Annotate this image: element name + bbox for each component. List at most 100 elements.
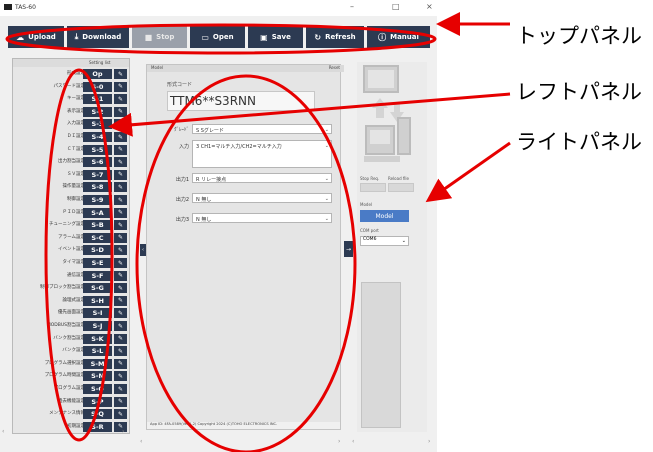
setting-code-button[interactable]: S-9: [83, 195, 112, 205]
manual-button[interactable]: ⓘ Manual: [367, 26, 430, 48]
maximize-button[interactable]: □: [392, 2, 400, 11]
setting-row[interactable]: 操作量設定 S-8 ✎: [13, 181, 129, 193]
output2-select[interactable]: N 無し ⌄: [192, 193, 332, 203]
setting-row[interactable]: パスワード設定 S-0 ✎: [13, 81, 129, 93]
edit-icon[interactable]: ✎: [114, 384, 127, 394]
com-port-select[interactable]: COM6 ⌄: [360, 236, 409, 246]
stop-req-button[interactable]: [360, 183, 386, 192]
setting-code-button[interactable]: S-3: [83, 119, 112, 130]
reload-file-button[interactable]: [388, 183, 414, 192]
refresh-button[interactable]: ↻ Refresh: [306, 26, 364, 48]
setting-code-button[interactable]: S-M: [83, 358, 112, 369]
setting-row[interactable]: 形式設定 Op ✎: [13, 68, 129, 80]
reset-link[interactable]: Reset: [329, 65, 340, 70]
setting-row[interactable]: 優先画面設定 S-I ✎: [13, 307, 129, 319]
setting-row[interactable]: プログラム時間設定 S-N ✎: [13, 370, 129, 382]
minimize-button[interactable]: –: [350, 2, 354, 11]
setting-row[interactable]: プログラム選択設定 S-M ✎: [13, 358, 129, 370]
setting-code-button[interactable]: S-A: [83, 207, 112, 218]
edit-icon[interactable]: ✎: [114, 295, 127, 306]
setting-code-button[interactable]: S-D: [83, 245, 112, 256]
setting-row[interactable]: バンク割当設定 S-K ✎: [13, 333, 129, 345]
setting-row[interactable]: MODBUS割当設定 S-J ✎: [13, 320, 129, 332]
setting-code-button[interactable]: S-4: [83, 132, 112, 142]
setting-code-button[interactable]: S-7: [83, 169, 112, 180]
upload-button[interactable]: ☁ Upload: [8, 26, 64, 48]
edit-icon[interactable]: ✎: [114, 119, 127, 130]
edit-icon[interactable]: ✎: [114, 106, 127, 117]
edit-icon[interactable]: ✎: [114, 69, 127, 79]
edit-icon[interactable]: ✎: [114, 182, 127, 193]
grade-select[interactable]: S Sグレード ⌄: [192, 124, 332, 134]
edit-icon[interactable]: ✎: [114, 346, 127, 357]
edit-icon[interactable]: ✎: [114, 157, 127, 168]
setting-code-button[interactable]: S-J: [83, 321, 112, 331]
setting-code-button[interactable]: S-L: [83, 346, 112, 357]
edit-icon[interactable]: ✎: [114, 207, 127, 218]
setting-code-button[interactable]: S-P: [83, 396, 112, 407]
setting-row[interactable]: 通信設定 S-F ✎: [13, 270, 129, 282]
setting-code-button[interactable]: S-0: [83, 81, 112, 92]
edit-icon[interactable]: ✎: [114, 409, 127, 420]
setting-code-button[interactable]: S-K: [83, 333, 112, 344]
setting-code-button[interactable]: S-O: [83, 384, 112, 394]
edit-icon[interactable]: ✎: [114, 396, 127, 407]
left-panel-scrollbar[interactable]: ‹ ›: [0, 428, 130, 436]
setting-row[interactable]: プログラム設定 S-O ✎: [13, 383, 129, 395]
edit-icon[interactable]: ✎: [114, 258, 127, 268]
setting-row[interactable]: キー設定 S-1 ✎: [13, 93, 129, 105]
setting-row[interactable]: アラーム設定 S-C ✎: [13, 232, 129, 244]
setting-code-button[interactable]: Op: [83, 69, 112, 79]
edit-icon[interactable]: ✎: [114, 321, 127, 331]
model-button[interactable]: Model: [360, 210, 409, 222]
setting-code-button[interactable]: S-E: [83, 258, 112, 268]
setting-code-button[interactable]: S-N: [83, 371, 112, 382]
edit-icon[interactable]: ✎: [114, 81, 127, 92]
close-button[interactable]: ×: [426, 2, 433, 11]
setting-row[interactable]: 入力設定 S-3 ✎: [13, 118, 129, 130]
setting-row[interactable]: チューニング設定 S-B ✎: [13, 219, 129, 231]
edit-icon[interactable]: ✎: [114, 132, 127, 142]
open-button[interactable]: ▭ Open: [190, 26, 245, 48]
setting-row[interactable]: 制御設定 S-9 ✎: [13, 194, 129, 206]
edit-icon[interactable]: ✎: [114, 245, 127, 256]
setting-code-button[interactable]: S-5: [83, 144, 112, 155]
setting-code-button[interactable]: S-6: [83, 157, 112, 168]
setting-row[interactable]: 出力割当設定 S-6 ✎: [13, 156, 129, 168]
bottom-scrollbar[interactable]: ‹ › ‹ ›: [0, 438, 437, 446]
setting-code-button[interactable]: S-C: [83, 232, 112, 243]
setting-row[interactable]: ＳＶ設定 S-7 ✎: [13, 169, 129, 181]
setting-row[interactable]: 制御ブロック割当設定 S-G ✎: [13, 282, 129, 294]
model-code-field[interactable]: TTM6**S3RNN: [167, 91, 315, 111]
setting-row[interactable]: イベント設定 S-D ✎: [13, 244, 129, 256]
edit-icon[interactable]: ✎: [114, 270, 127, 281]
edit-icon[interactable]: ✎: [114, 333, 127, 344]
setting-code-button[interactable]: S-G: [83, 283, 112, 294]
setting-row[interactable]: バンク設定 S-L ✎: [13, 345, 129, 357]
setting-row[interactable]: タイマ設定 S-E ✎: [13, 257, 129, 269]
setting-code-button[interactable]: S-H: [83, 295, 112, 306]
edit-icon[interactable]: ✎: [114, 283, 127, 294]
input-select[interactable]: 3 CH1=マルチ入力/CH2=マルチ入力 ⌄: [192, 140, 332, 168]
edit-icon[interactable]: ✎: [114, 232, 127, 243]
setting-row[interactable]: 表示設定 S-2 ✎: [13, 106, 129, 118]
setting-code-button[interactable]: S-B: [83, 220, 112, 231]
setting-code-button[interactable]: S-8: [83, 182, 112, 193]
setting-row[interactable]: ＤＩ設定 S-4 ✎: [13, 131, 129, 143]
stop-button[interactable]: ■ Stop: [132, 26, 187, 48]
edit-icon[interactable]: ✎: [114, 220, 127, 231]
setting-code-button[interactable]: S-1: [83, 94, 112, 105]
edit-icon[interactable]: ✎: [114, 94, 127, 105]
edit-icon[interactable]: ✎: [114, 358, 127, 369]
setting-code-button[interactable]: S-F: [83, 270, 112, 281]
setting-row[interactable]: ＰＩＤ設定 S-A ✎: [13, 207, 129, 219]
edit-icon[interactable]: ✎: [114, 195, 127, 205]
setting-row[interactable]: ＣＴ設定 S-5 ✎: [13, 144, 129, 156]
setting-row[interactable]: メンテナンス情報 S-Q ✎: [13, 408, 129, 420]
output1-select[interactable]: R リレー接点 ⌄: [192, 173, 332, 183]
output3-select[interactable]: N 無し ⌄: [192, 213, 332, 223]
collapse-right-button[interactable]: →: [344, 241, 353, 257]
edit-icon[interactable]: ✎: [114, 371, 127, 382]
setting-row[interactable]: 論理式設定 S-H ✎: [13, 295, 129, 307]
edit-icon[interactable]: ✎: [114, 169, 127, 180]
